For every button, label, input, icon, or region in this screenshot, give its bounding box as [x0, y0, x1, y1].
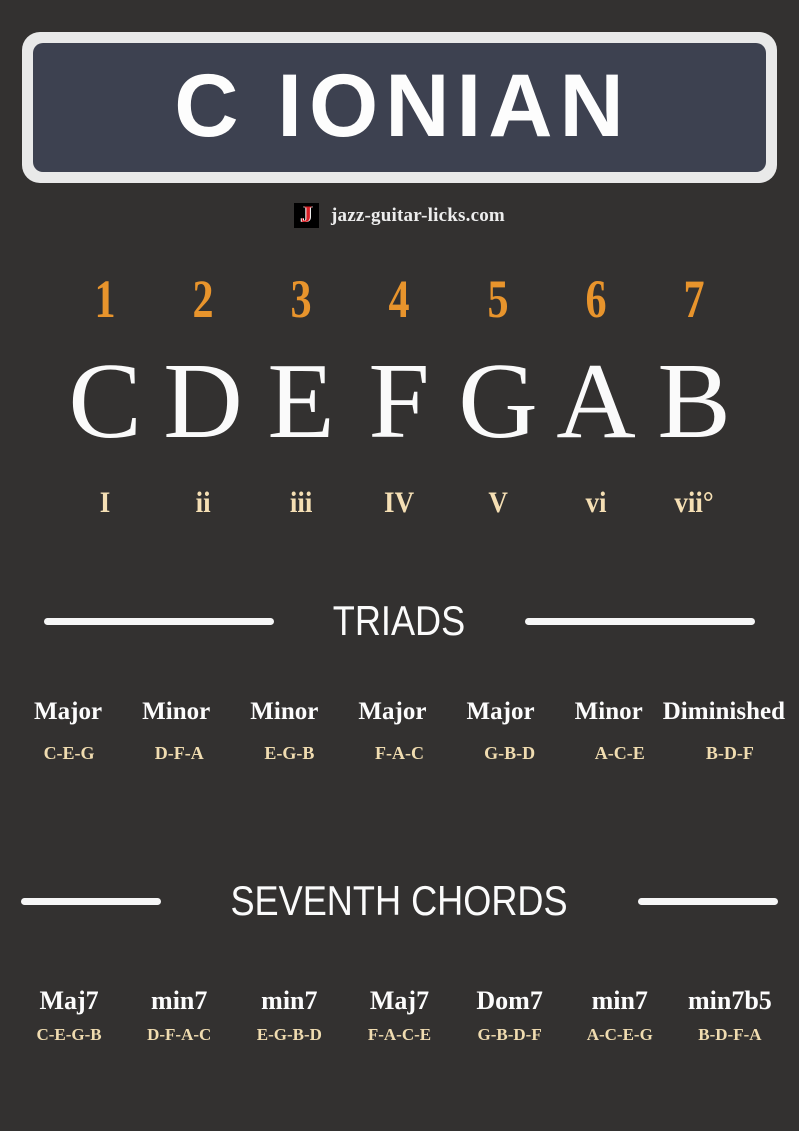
divider-rule-left	[44, 617, 275, 625]
roman-numeral: vii°	[674, 486, 714, 519]
brand-line: J jazz-guitar-licks.com	[0, 203, 799, 228]
seventh-chords-section-header: SEVENTH CHORDS	[0, 880, 799, 922]
seventh-spelling: C-E-G-B	[36, 1025, 102, 1044]
seventh-spelling: F-A-C-E	[367, 1025, 432, 1044]
seventh-quality: min7	[591, 986, 648, 1015]
scale-degree: 4	[388, 269, 411, 329]
roman-numerals-row: I ii iii IV V vi vii°	[56, 488, 743, 526]
website-url: jazz-guitar-licks.com	[331, 204, 505, 226]
roman-numeral: I	[99, 486, 111, 519]
jazz-guitar-licks-logo-icon: J	[294, 202, 320, 228]
scale-degree: 7	[683, 269, 705, 329]
scale-note: C	[68, 342, 142, 461]
seventh-spelling: G-B-D-F	[477, 1025, 542, 1044]
triad-spelling: F-A-C	[375, 743, 424, 763]
triad-quality: Major	[466, 698, 535, 725]
scale-degree: 2	[192, 269, 214, 329]
seventh-quality: Maj7	[369, 986, 430, 1015]
seventh-quality: min7	[261, 986, 318, 1015]
divider-rule-right	[524, 617, 755, 625]
roman-numeral: IV	[384, 486, 415, 519]
logo-letter: J	[300, 202, 313, 227]
title-banner: C IONIAN	[22, 32, 777, 183]
triad-quality: Major	[34, 698, 103, 725]
divider-rule-left	[21, 897, 162, 905]
seventh-spelling: B-D-F-A	[698, 1025, 762, 1044]
seventh-spelling: D-F-A-C	[147, 1025, 212, 1044]
roman-numeral: ii	[195, 486, 211, 519]
page-title: C IONIAN	[174, 55, 631, 155]
seventh-quality: Dom7	[476, 986, 543, 1015]
triads-heading: TRIADS	[333, 597, 466, 644]
triad-quality: Minor	[574, 698, 643, 725]
scale-table: 1 2 3 4 5 6 7 C D E F G A B I ii iii IV …	[56, 272, 743, 526]
scale-degree: 6	[585, 269, 607, 329]
triads-section-header: TRIADS	[0, 600, 799, 642]
triad-quality: Diminished	[662, 698, 786, 725]
scale-degree: 1	[94, 269, 116, 329]
triad-quality: Minor	[142, 698, 211, 725]
seventh-qualities-row: Maj7 min7 min7 Maj7 Dom7 min7 min7b5	[14, 988, 785, 1014]
triad-quality: Major	[358, 698, 427, 725]
scale-note: E	[267, 342, 336, 461]
scale-note: D	[163, 342, 243, 461]
triad-qualities-row: Major Minor Minor Major Major Minor Dimi…	[14, 699, 785, 724]
scale-note: B	[657, 342, 731, 461]
divider-rule-right	[637, 897, 778, 905]
triad-spelling: C-E-G	[43, 743, 95, 763]
scale-degrees-row: 1 2 3 4 5 6 7	[56, 272, 743, 334]
seventh-spelling: A-C-E-G	[586, 1025, 653, 1044]
seventh-chords-heading: SEVENTH CHORDS	[230, 877, 569, 924]
triad-spellings-row: C-E-G D-F-A E-G-B F-A-C G-B-D A-C-E B-D-…	[14, 744, 785, 762]
seventh-quality: min7b5	[688, 986, 772, 1015]
scale-degree: 3	[290, 269, 312, 329]
scale-note: F	[368, 342, 431, 461]
seventh-chords-table: Maj7 min7 min7 Maj7 Dom7 min7 min7b5 C-E…	[14, 988, 785, 1044]
triads-table: Major Minor Minor Major Major Minor Dimi…	[14, 699, 785, 762]
scale-notes-row: C D E F G A B	[56, 348, 743, 466]
scale-degree: 5	[487, 269, 509, 329]
seventh-spelling: E-G-B-D	[256, 1025, 322, 1044]
triad-spelling: G-B-D	[484, 743, 536, 763]
scale-note: A	[555, 342, 636, 461]
seventh-quality: Maj7	[39, 986, 99, 1015]
seventh-quality: min7	[151, 986, 208, 1015]
title-banner-inner: C IONIAN	[33, 43, 766, 172]
triad-spelling: D-F-A	[154, 743, 204, 763]
triad-spelling: A-C-E	[594, 743, 645, 763]
roman-numeral: V	[487, 486, 508, 519]
scale-note: G	[457, 342, 538, 461]
roman-numeral: iii	[290, 486, 313, 519]
triad-spelling: E-G-B	[264, 743, 315, 763]
triad-spelling: B-D-F	[705, 743, 754, 763]
triad-quality: Minor	[250, 698, 319, 725]
roman-numeral: vi	[585, 486, 607, 519]
seventh-spellings-row: C-E-G-B D-F-A-C E-G-B-D F-A-C-E G-B-D-F …	[14, 1026, 785, 1043]
